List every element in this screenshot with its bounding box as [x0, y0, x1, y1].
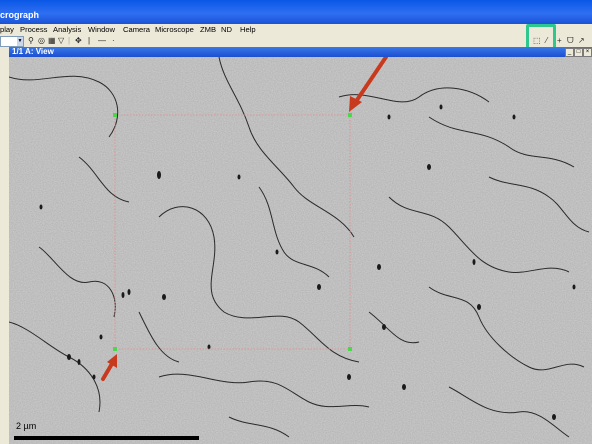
menu-window[interactable]: Window [88, 24, 115, 35]
menu-bar: play Process Analysis Window Camera Micr… [0, 24, 592, 35]
view-title: 1/1 A: View [12, 47, 54, 56]
grid-icon[interactable]: ▦ [48, 35, 56, 47]
maximize-button[interactable]: □ [574, 48, 583, 57]
menu-help[interactable]: Help [240, 24, 256, 35]
lasso-icon[interactable]: ᗜ [567, 35, 574, 47]
toolbar-separator: | [68, 36, 71, 45]
target-icon[interactable]: ◎ [38, 35, 45, 47]
chevron-down-icon[interactable]: ▼ [17, 37, 23, 46]
menu-camera[interactable]: Camera [123, 24, 150, 35]
micrograph-svg [9, 57, 592, 444]
view-title-bar: 1/1 A: View _ □ × [9, 47, 592, 57]
scale-bar-label: 2 µm [16, 421, 37, 431]
scale-bar [14, 436, 199, 440]
app-title-bar: crograph [0, 0, 592, 24]
menu-analysis[interactable]: Analysis [53, 24, 81, 35]
minimize-button[interactable]: _ [565, 48, 574, 57]
move-icon[interactable]: ✥ [75, 35, 82, 47]
freehand-icon[interactable]: ↗ [578, 35, 585, 47]
toolbar-dropdown[interactable]: ▼ [0, 36, 24, 47]
zoom-icon[interactable]: ⚲ [28, 35, 34, 47]
micrograph-image[interactable]: 2 µm [9, 57, 592, 444]
menu-display[interactable]: play [0, 24, 14, 35]
line-vertical-icon[interactable]: | [88, 35, 90, 47]
close-button[interactable]: × [583, 48, 592, 57]
app-title: crograph [0, 10, 40, 20]
filter-icon[interactable]: ▽ [58, 35, 64, 47]
line-horizontal-icon[interactable]: — [98, 35, 106, 47]
menu-microscope[interactable]: Microscope [155, 24, 194, 35]
menu-process[interactable]: Process [20, 24, 47, 35]
menu-zmb[interactable]: ZMB [200, 24, 216, 35]
crosshair-icon[interactable]: + [557, 35, 562, 47]
menu-nd[interactable]: ND [221, 24, 232, 35]
dot-icon[interactable]: · [112, 35, 115, 47]
